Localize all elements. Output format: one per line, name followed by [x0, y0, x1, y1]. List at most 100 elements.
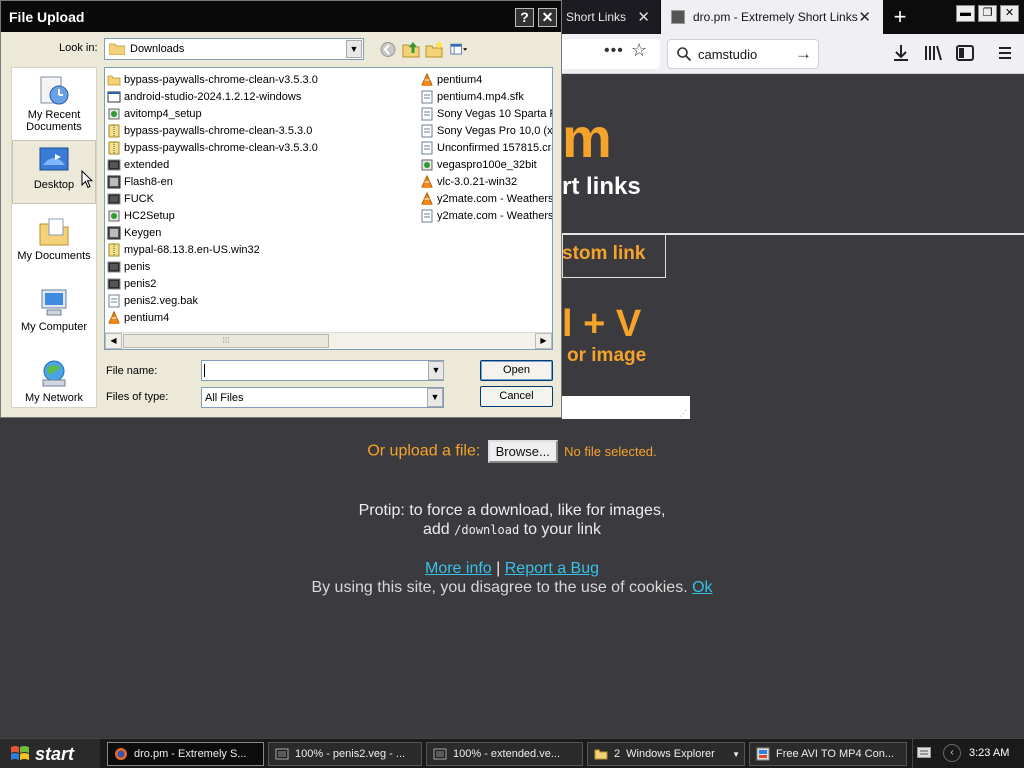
keyboard-icon[interactable] [917, 747, 931, 758]
file-list-item[interactable]: FUCK [107, 190, 417, 207]
file-list-item[interactable]: pentium4 [107, 309, 417, 326]
browse-button[interactable]: Browse... [487, 440, 558, 463]
file-list-item[interactable]: pentium4.mp4.sfk [420, 88, 552, 105]
taskbar-button-firefox[interactable]: dro.pm - Extremely S... [107, 742, 264, 766]
file-list-item[interactable]: Sony Vegas Pro 10,0 (x8 [420, 122, 552, 139]
document-icon [420, 107, 434, 121]
file-list-item[interactable]: Flash8-en [107, 173, 417, 190]
tray-expand-icon[interactable]: ‹ [943, 744, 961, 762]
tab-close-icon[interactable]: ✕ [637, 8, 650, 26]
file-list-item[interactable]: android-studio-2024.1.2.12-windows [107, 88, 417, 105]
menu-icon[interactable] [994, 42, 1016, 64]
file-list-item[interactable]: pentium4 [420, 71, 552, 88]
file-list-item[interactable]: vlc-3.0.21-win32 [420, 173, 552, 190]
scrollbar-thumb[interactable]: ⁞⁞⁞ [123, 334, 329, 348]
site-logo[interactable]: m [562, 105, 612, 170]
places-bar: My Recent Documents Desktop My Documents [11, 67, 97, 408]
file-name: Unconfirmed 157815.crd [437, 141, 553, 154]
file-list-item[interactable]: Unconfirmed 157815.crd [420, 139, 553, 156]
up-folder-icon[interactable] [402, 41, 420, 58]
files-of-type-dropdown[interactable]: All Files ▼ [201, 387, 444, 408]
tab-close-icon[interactable]: ✕ [858, 8, 871, 26]
video-file-icon [107, 260, 121, 274]
file-name-input[interactable] [201, 360, 444, 381]
file-list-item[interactable]: HC2Setup [107, 207, 417, 224]
chevron-down-icon[interactable]: ▼ [427, 388, 443, 407]
search-go-icon[interactable]: → [795, 44, 812, 64]
file-list-item[interactable]: mypal-68.13.8.en-US.win32 [107, 241, 417, 258]
place-recent-documents[interactable]: My Recent Documents [12, 71, 96, 135]
file-list-item[interactable]: y2mate.com - Weathers [420, 207, 552, 224]
place-my-documents[interactable]: My Documents [12, 212, 96, 276]
help-button[interactable]: ? [515, 8, 534, 27]
tab-short-links[interactable]: Short Links ✕ [560, 0, 660, 34]
file-name: penis2.veg.bak [124, 294, 198, 307]
cookie-ok-link[interactable]: Ok [692, 579, 712, 596]
horizontal-scrollbar[interactable]: ◀ ⁞⁞⁞ ▶ [105, 332, 552, 349]
file-list-item[interactable]: vegaspro100e_32bit [420, 156, 552, 173]
task-label: 100% - extended.ve... [453, 748, 561, 760]
paste-textarea[interactable]: ⋰ [562, 396, 690, 419]
file-list-item[interactable]: bypass-paywalls-chrome-clean-v3.5.3.0 [107, 71, 417, 88]
new-folder-icon[interactable] [425, 41, 443, 58]
place-label: My Documents [17, 250, 91, 262]
library-icon[interactable] [922, 42, 944, 64]
file-list-item[interactable]: penis [107, 258, 417, 275]
download-icon[interactable] [890, 42, 912, 64]
dialog-close-button[interactable]: ✕ [538, 8, 557, 27]
search-bar[interactable]: camstudio → [667, 39, 819, 69]
place-my-computer[interactable]: My Computer [12, 283, 96, 347]
file-list-item[interactable]: penis2 [107, 275, 417, 292]
back-icon[interactable] [379, 41, 397, 58]
file-list-item[interactable]: extended [107, 156, 417, 173]
file-name: Flash8-en [124, 175, 173, 188]
look-in-dropdown[interactable]: Downloads ▼ [104, 38, 364, 60]
place-my-network[interactable]: My Network [12, 354, 96, 418]
task-group-count: 2 [614, 748, 621, 760]
file-list[interactable]: bypass-paywalls-chrome-clean-v3.5.3.0 and… [104, 67, 553, 350]
clock[interactable]: 3:23 AM [969, 747, 1009, 759]
recent-documents-icon [40, 76, 69, 105]
dialog-titlebar[interactable]: File Upload ? ✕ [1, 1, 561, 32]
chevron-down-icon[interactable]: ▼ [428, 361, 444, 380]
taskbar-button-explorer-group[interactable]: 2 Windows Explorer ▼ [587, 742, 745, 766]
paste-hint-subheading: or image [567, 345, 647, 366]
tab-dro-pm[interactable]: dro.pm - Extremely Short Links ✕ [661, 0, 883, 34]
file-list-item[interactable]: avitomp4_setup [107, 105, 417, 122]
taskbar-button-vegas-1[interactable]: 100% - penis2.veg - ... [268, 742, 422, 766]
minimize-button[interactable]: ▬ [956, 5, 975, 22]
file-list-item[interactable]: bypass-paywalls-chrome-clean-3.5.3.0 [107, 122, 417, 139]
file-list-item[interactable]: Keygen [107, 224, 417, 241]
maximize-button[interactable]: ❐ [978, 5, 997, 22]
taskbar-button-converter[interactable]: Free AVI TO MP4 Con... [749, 742, 907, 766]
document-icon [420, 209, 434, 223]
resize-grip-icon[interactable]: ⋰ [679, 409, 687, 418]
more-info-link[interactable]: More info [425, 560, 492, 577]
sidebar-icon[interactable] [954, 42, 976, 64]
file-name: bypass-paywalls-chrome-clean-v3.5.3.0 [124, 141, 318, 154]
taskbar-button-vegas-2[interactable]: 100% - extended.ve... [426, 742, 583, 766]
bookmark-star-icon[interactable]: ☆ [631, 40, 647, 61]
page-actions-icon[interactable]: ••• [604, 42, 624, 60]
folder-icon [594, 749, 608, 760]
cancel-button[interactable]: Cancel [480, 386, 553, 407]
file-list-item[interactable]: y2mate.com - Weathers [420, 190, 552, 207]
file-list-item[interactable]: bypass-paywalls-chrome-clean-v3.5.3.0 [107, 139, 417, 156]
task-label: Free AVI TO MP4 Con... [776, 748, 894, 760]
scroll-right-icon[interactable]: ▶ [535, 333, 552, 349]
close-window-button[interactable]: ✕ [1000, 5, 1019, 22]
new-tab-button[interactable]: + [888, 0, 912, 34]
file-list-item[interactable]: Sony Vegas 10 Sparta R [420, 105, 552, 122]
start-button[interactable]: start [0, 739, 100, 768]
chevron-down-icon[interactable]: ▼ [346, 40, 362, 58]
text-caret [204, 364, 205, 377]
look-in-value: Downloads [130, 43, 185, 55]
my-computer-icon [41, 289, 67, 316]
scroll-left-icon[interactable]: ◀ [105, 333, 122, 349]
open-button[interactable]: Open [480, 360, 553, 381]
file-list-item[interactable]: penis2.veg.bak [107, 292, 417, 309]
views-menu-icon[interactable] [450, 41, 468, 58]
report-bug-link[interactable]: Report a Bug [505, 560, 599, 577]
custom-link-button[interactable]: stom link [562, 243, 645, 265]
search-input[interactable]: camstudio [698, 47, 757, 62]
